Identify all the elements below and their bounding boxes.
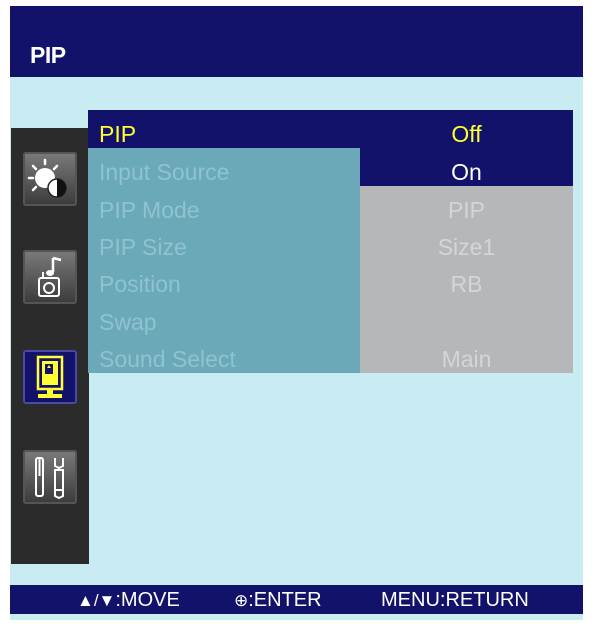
enter-icon: ⊕: [234, 591, 249, 610]
menu-item-pip-mode[interactable]: PIP Mode: [99, 197, 200, 224]
header-bar: PIP: [10, 6, 583, 77]
move-hint: ▲/▼:MOVE: [77, 589, 180, 612]
brightness-contrast-icon: [27, 158, 67, 198]
enter-hint-label: :ENTER: [248, 589, 322, 611]
pip-mode-value: PIP: [447, 197, 486, 223]
tools-icon: [35, 457, 64, 500]
footer-bar: ▲/▼:MOVE ⊕:ENTER MENU:RETURN: [10, 585, 583, 614]
option-off[interactable]: Off: [360, 121, 573, 148]
menu-item-swap[interactable]: Swap: [99, 309, 157, 336]
page-title: PIP: [30, 42, 66, 68]
sidebar-item-pip[interactable]: [23, 350, 77, 404]
move-hint-label: :MOVE: [115, 589, 180, 611]
menu-item-sound-select[interactable]: Sound Select: [99, 346, 236, 373]
enter-hint: ⊕:ENTER: [234, 589, 322, 612]
pip-monitor-icon: [36, 355, 64, 398]
position-value: RB: [450, 271, 483, 297]
up-down-arrow-icon: ▲/▼: [77, 591, 116, 610]
sidebar-item-sound[interactable]: [23, 250, 77, 304]
sidebar: [11, 128, 89, 564]
sidebar-item-setup[interactable]: [23, 450, 77, 504]
music-note-icon: [38, 256, 62, 297]
sidebar-item-picture[interactable]: [23, 152, 77, 206]
menu-item-input-source[interactable]: Input Source: [99, 159, 229, 186]
menu-item-position[interactable]: Position: [99, 271, 181, 298]
menu-item-pip[interactable]: PIP: [99, 121, 136, 148]
menu-item-pip-size[interactable]: PIP Size: [99, 234, 187, 261]
return-hint: MENU:RETURN: [381, 589, 529, 611]
sound-select-value: Main: [441, 346, 492, 372]
pip-size-value: Size1: [437, 234, 496, 260]
option-on[interactable]: On: [360, 159, 573, 186]
